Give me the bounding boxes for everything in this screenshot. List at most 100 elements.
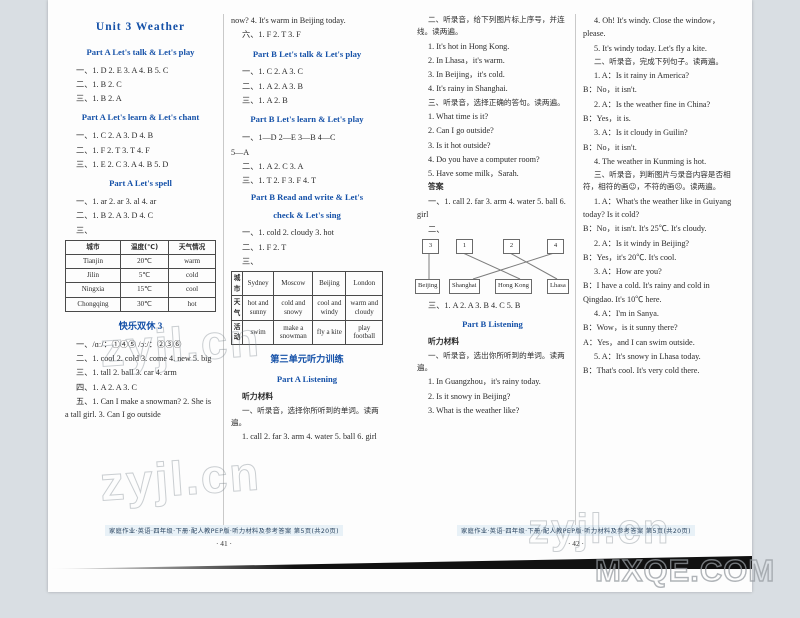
- match-city-box[interactable]: Hong Kong: [495, 278, 532, 294]
- question-item: B：Yes，it is.: [583, 113, 631, 123]
- question-item: B：No，it isn't. It's 25℃. It's cloudy.: [583, 224, 707, 234]
- table-header-row: 城市 温度(℃) 天气情况: [65, 239, 216, 255]
- question-item: 2. Is it snowy in Beijing?: [428, 391, 511, 401]
- answer-line: 二、1. A 2. C 3. A: [242, 161, 304, 171]
- match-number-box[interactable]: 2: [503, 238, 520, 254]
- question-item: 1. A：What's the weather like in Guiyang …: [583, 196, 732, 219]
- question-item: 4. The weather in Kunming is hot.: [594, 156, 707, 166]
- question-item: 1. A：Is it rainy in America?: [594, 71, 690, 81]
- table-row-header: 城市: [231, 271, 243, 297]
- question-item: B：Wow，is it sunny there?: [583, 323, 678, 333]
- table-row: 城市 Sydney Moscow Beijing London: [231, 271, 383, 297]
- table-cell: Moscow: [273, 271, 314, 297]
- answer-line: 三、: [242, 256, 259, 266]
- table-cell: Chongqing: [65, 296, 121, 312]
- question-item: B：No，it isn't.: [583, 85, 637, 95]
- answer-line: 一、1. ar 2. ar 3. al 4. ar: [76, 197, 157, 207]
- table-row-header: 天气: [231, 295, 243, 321]
- table-cell: fly a kite: [312, 319, 347, 346]
- right-page: 二、听录音，给下列图片标上序号，并连线。读两遍。 1. It's hot in …: [400, 0, 752, 556]
- table-cell: play football: [345, 319, 383, 346]
- weather-table-col1: 城市 温度(℃) 天气情况 Tianjin 20℃ warm Jilin 5℃: [65, 239, 216, 312]
- table-row: Chongqing 30℃ hot: [65, 296, 216, 312]
- right-page-columns: 二、听录音，给下列图片标上序号，并连线。读两遍。 1. It's hot in …: [410, 14, 742, 526]
- table-cell: cold: [168, 267, 216, 284]
- question-item: B：I have a cold. It's rainy and cold in …: [583, 281, 710, 304]
- section-part-b-read-cont: check & Let's sing: [273, 210, 341, 221]
- answer-line: 五、1. Can I make a snowman? 2. She is a t…: [65, 396, 212, 420]
- table-row: Ningxia 15℃ cool: [65, 282, 216, 298]
- column-2: now? 4. It's warm in Beijing today. 六、1.…: [224, 14, 390, 526]
- table-cell: Tianjin: [65, 253, 121, 269]
- table-cell: Jilin: [65, 267, 121, 284]
- answer-line: 四、1. A 2. A 3. C: [76, 382, 137, 392]
- scanned-book-spread: Unit 3 Weather Part A Let's talk & Let's…: [48, 0, 752, 592]
- left-page-number: · 41 ·: [215, 539, 232, 548]
- answer-line: 一、1. C 2. A 3. C: [242, 67, 303, 77]
- table-cell: cool and windy: [312, 295, 347, 321]
- table-cell: 5℃: [119, 267, 170, 284]
- section-part-a-talk: Part A Let's talk & Let's play: [86, 46, 195, 57]
- column-4: 4. Oh! It's windy. Close the window，plea…: [576, 14, 742, 526]
- match-number-box[interactable]: 1: [456, 238, 473, 254]
- section-unit3-listening: 第三单元听力训练: [270, 354, 344, 365]
- question-item: 2. In Lhasa，it's warm.: [428, 55, 505, 65]
- question-stem: 二、听录音，完成下列句子。读两遍。: [594, 56, 724, 66]
- listening-material-label: 听力材料: [428, 337, 460, 347]
- weather-activity-table-col2: 城市 Sydney Moscow Beijing London 天气 hot a…: [231, 271, 383, 346]
- section-part-b-listening: Part B Listening: [462, 319, 523, 330]
- table-cell: 30℃: [119, 296, 170, 312]
- right-page-number: · 42 ·: [567, 539, 584, 548]
- table-row: 天气 hot and sunny cold and snowy cool and…: [231, 295, 383, 321]
- column-1: Unit 3 Weather Part A Let's talk & Let's…: [58, 14, 224, 526]
- question-item: 1. In Guangzhou，it's rainy today.: [428, 377, 541, 387]
- answer-line: 5—A: [231, 147, 250, 157]
- answer-line: 一、1. call 2. far 3. arm 4. water 5. ball…: [417, 197, 566, 220]
- match-number-box[interactable]: 4: [547, 238, 564, 254]
- footer-text: 家庭作业·英语·四年级·下册·配人教PEP版·听力材料及参考答案 第5页(共20…: [105, 525, 343, 536]
- question-stem: 三、听录音，选择正确的答句。读两遍。: [428, 97, 565, 107]
- answer-label-two: 二、: [428, 224, 445, 234]
- answer-line: 一、1—D 2—E 3—B 4—C: [242, 133, 336, 143]
- question-item: 1. What time is it?: [428, 112, 489, 122]
- table-row: 活动 swim make a snowman fly a kite play f…: [231, 319, 383, 346]
- answer-line: 二、1. F 2. T 3. T 4. F: [76, 145, 150, 155]
- question-item: 4. It's rainy in Shanghai.: [428, 84, 508, 94]
- question-item: 2. A：Is the weather fine in China?: [594, 99, 711, 109]
- answer-line: 二、1. cool 2. cold 3. come 4. new 5. big: [76, 354, 212, 364]
- match-number-box[interactable]: 3: [422, 238, 439, 254]
- table-header-cell: 城市: [65, 239, 121, 255]
- question-item: 5. A：It's snowy in Lhasa today.: [594, 351, 701, 361]
- column-3: 二、听录音，给下列图片标上序号，并连线。读两遍。 1. It's hot in …: [410, 14, 576, 526]
- table-cell: 20℃: [119, 253, 170, 269]
- answer-line: 一、/ɑː/：①④⑤ /ɔː/：②③⑥: [76, 339, 182, 349]
- question-item: 3. In Beijing，it's cold.: [428, 70, 505, 80]
- answer-line: now? 4. It's warm in Beijing today.: [231, 16, 346, 25]
- match-city-box[interactable]: Shanghai: [449, 278, 480, 294]
- table-cell: Beijing: [312, 271, 347, 297]
- footer-text: 家庭作业·英语·四年级·下册·配人教PEP版·听力材料及参考答案 第5页(共20…: [457, 525, 695, 536]
- answer-line: 三、1. A 2. B: [242, 96, 288, 106]
- question-stem: 二、听录音，给下列图片标上序号，并连线。读两遍。: [417, 15, 565, 37]
- left-page-footer: 家庭作业·英语·四年级·下册·配人教PEP版·听力材料及参考答案 第5页(共20…: [48, 520, 400, 538]
- table-row: Tianjin 20℃ warm: [65, 253, 216, 269]
- answer-line: 六、1. F 2. T 3. F: [242, 30, 301, 40]
- table-cell: warm: [168, 253, 216, 269]
- match-city-box[interactable]: Beijing: [415, 278, 441, 294]
- question-item: 4. A：I'm in Sanya.: [594, 308, 659, 318]
- match-city-box[interactable]: Lhasa: [547, 278, 569, 294]
- section-part-b-talk: Part B Let's talk & Let's play: [252, 48, 362, 59]
- table-header-cell: 温度(℃): [119, 239, 170, 255]
- answer-line: 三、: [76, 225, 93, 235]
- answer-line: 二、1. B 2. A 3. D 4. C: [76, 211, 154, 221]
- question-item: B：No，it isn't.: [583, 142, 637, 152]
- answer-line: 一、1. cold 2. cloudy 3. hot: [242, 228, 334, 238]
- table-cell: Ningxia: [65, 282, 121, 298]
- answer-line: 三、1. B 2. A: [76, 94, 122, 104]
- question-stem: 一、听录音，选择你所听到的单词。读两遍。: [231, 405, 379, 427]
- section-part-b-learn: Part B Let's learn & Let's play: [250, 114, 364, 125]
- question-item: 5. It's windy today. Let's fly a kite.: [594, 43, 707, 53]
- answer-line: 二、1. F 2. T: [242, 242, 287, 252]
- left-page-columns: Unit 3 Weather Part A Let's talk & Let's…: [58, 14, 390, 526]
- table-cell: warm and cloudy: [345, 295, 383, 321]
